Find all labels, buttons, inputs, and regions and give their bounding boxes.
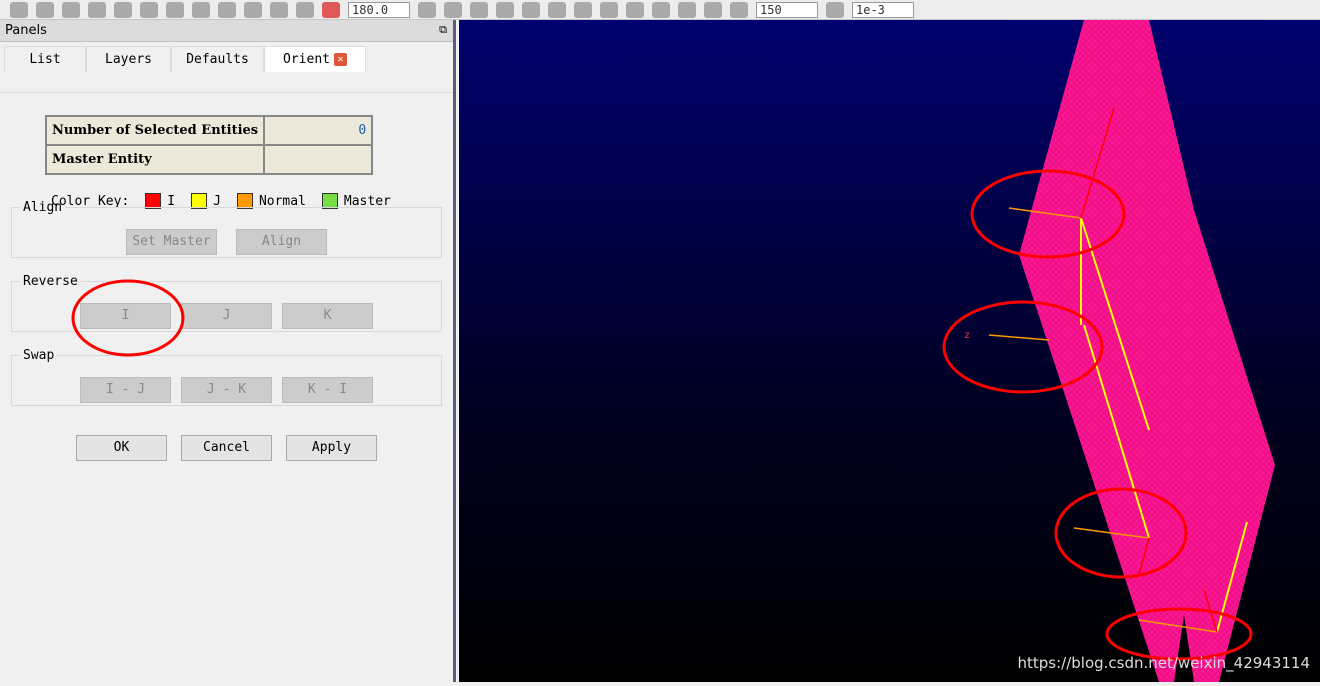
- apply-button[interactable]: Apply: [286, 435, 377, 461]
- loop-icon[interactable]: [444, 1, 462, 18]
- panel-title: Panels: [5, 23, 47, 38]
- group-title: Align: [23, 200, 63, 215]
- sphere-icon[interactable]: [244, 1, 262, 18]
- tab-label: Defaults: [186, 52, 249, 67]
- 3d-viewport[interactable]: z https://blog.csdn.net/weixin_42943114: [459, 20, 1320, 682]
- surface-icon[interactable]: [140, 1, 158, 18]
- wireframe-icon[interactable]: [166, 1, 184, 18]
- angle-icon: [322, 1, 340, 18]
- align-button[interactable]: Align: [236, 229, 327, 255]
- info-table: Number of Selected Entities 0 Master Enti…: [44, 115, 374, 175]
- panel-tabs: List Layers Defaults Orient ✕: [0, 42, 453, 72]
- delta-icon: [826, 1, 844, 18]
- grid-icon[interactable]: [36, 1, 54, 18]
- swap-ki-button[interactable]: K - I: [282, 377, 373, 403]
- tab-label: Layers: [105, 52, 152, 67]
- reverse-i-button[interactable]: I: [80, 303, 171, 329]
- align-group: Align: [11, 200, 442, 258]
- table-row: Master Entity: [44, 144, 374, 175]
- structured-grid-icon[interactable]: [678, 1, 696, 18]
- node-icon[interactable]: [470, 1, 488, 18]
- panels-dock: Panels ⧉ List Layers Defaults Orient ✕ Nu…: [0, 20, 456, 682]
- mesh-icon[interactable]: [192, 1, 210, 18]
- tab-orient[interactable]: Orient ✕: [264, 46, 366, 72]
- reverse-j-button[interactable]: J: [181, 303, 272, 329]
- master-entity-label: Master Entity: [44, 144, 266, 175]
- edge-icon[interactable]: [418, 1, 436, 18]
- close-tab-icon[interactable]: ✕: [333, 53, 347, 66]
- tolerance-field[interactable]: 1e-3: [852, 1, 914, 18]
- tab-label: List: [29, 52, 61, 67]
- selected-count-value: 0: [263, 115, 374, 146]
- tab-defaults[interactable]: Defaults: [171, 46, 264, 72]
- swap-jk-button[interactable]: J - K: [181, 377, 272, 403]
- layer-icon[interactable]: [270, 1, 288, 18]
- unstructured-grid-icon[interactable]: [704, 1, 722, 18]
- reverse-k-button[interactable]: K: [282, 303, 373, 329]
- group-title: Reverse: [23, 274, 78, 289]
- curve-icon[interactable]: [218, 1, 236, 18]
- tab-layers[interactable]: Layers: [86, 46, 171, 72]
- watermark: https://blog.csdn.net/weixin_42943114: [1017, 654, 1310, 672]
- ok-button[interactable]: OK: [76, 435, 167, 461]
- restore-icon[interactable]: ⧉: [439, 23, 447, 37]
- undo-icon[interactable]: [62, 1, 80, 18]
- selected-count-label: Number of Selected Entities: [44, 115, 266, 146]
- main-toolbar: 180.0 150 1e-3: [0, 0, 1320, 20]
- mesh-grid-icon[interactable]: [600, 1, 618, 18]
- master-entity-value: [263, 144, 374, 175]
- density-field[interactable]: 150: [756, 1, 818, 18]
- hash-icon: [730, 1, 748, 18]
- face-edit-icon[interactable]: [548, 1, 566, 18]
- tab-label: Orient: [283, 52, 330, 67]
- model-view: z: [942, 20, 1275, 682]
- group-title: Swap: [23, 348, 55, 363]
- table-row: Number of Selected Entities 0: [44, 115, 374, 146]
- angle-field[interactable]: 180.0: [348, 1, 410, 18]
- cancel-button[interactable]: Cancel: [181, 435, 272, 461]
- wrench-icon[interactable]: [574, 1, 592, 18]
- panel-header: Panels ⧉: [0, 20, 453, 42]
- mesh-wrench-icon[interactable]: [626, 1, 644, 18]
- redo-icon[interactable]: [88, 1, 106, 18]
- swap-ij-button[interactable]: I - J: [80, 377, 171, 403]
- tab-list[interactable]: List: [4, 46, 86, 72]
- save-icon[interactable]: [10, 1, 28, 18]
- import-icon[interactable]: [114, 1, 132, 18]
- set-master-button[interactable]: Set Master: [126, 229, 217, 255]
- mesh-surface: [1019, 20, 1275, 682]
- mesh-fix-icon[interactable]: [652, 1, 670, 18]
- tool-icon[interactable]: [296, 1, 314, 18]
- orient-panel: Number of Selected Entities 0 Master Enti…: [0, 92, 453, 682]
- z-axis-label: z: [964, 330, 970, 341]
- block-icon[interactable]: [496, 1, 514, 18]
- face-icon[interactable]: [522, 1, 540, 18]
